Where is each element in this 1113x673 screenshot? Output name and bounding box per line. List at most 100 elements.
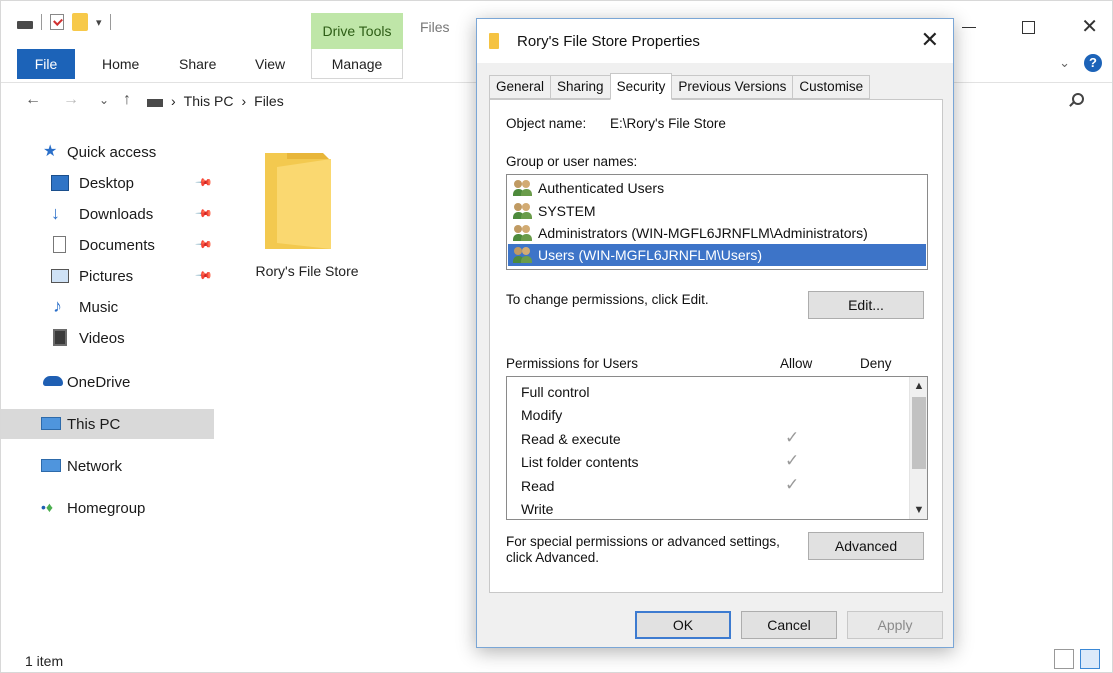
minimize-icon[interactable] xyxy=(962,27,977,28)
search-icon[interactable] xyxy=(1072,93,1084,105)
expand-ribbon-chevron-icon[interactable]: ⌄ xyxy=(1059,55,1070,71)
properties-check-icon[interactable] xyxy=(50,14,64,30)
star-icon: ★ xyxy=(43,143,58,160)
change-permissions-text: To change permissions, click Edit. xyxy=(506,292,709,307)
user-name: SYSTEM xyxy=(538,203,596,219)
nav-item-label: Music xyxy=(79,298,119,316)
nav-item-videos[interactable]: Videos xyxy=(1,323,214,353)
folder-icon[interactable] xyxy=(263,149,335,253)
address-breadcrumb[interactable]: › This PC › Files xyxy=(147,88,477,114)
window-title: Files xyxy=(420,19,450,35)
tab-file[interactable]: File xyxy=(17,49,75,79)
allow-check-icon: ✓ xyxy=(785,475,800,494)
ok-button[interactable]: OK xyxy=(635,611,731,639)
user-name: Administrators (WIN-MGFL6JRNFLM\Administ… xyxy=(538,225,868,241)
breadcrumb-files[interactable]: Files xyxy=(254,93,284,109)
permission-row: Read ✓ xyxy=(521,475,901,498)
forward-arrow-icon[interactable]: → xyxy=(63,91,79,109)
nav-item-this-pc[interactable]: This PC xyxy=(1,409,214,439)
nav-item-label: OneDrive xyxy=(67,373,131,391)
navigation-pane: ★ Quick access Desktop 📌 ↓ Downloads 📌 D… xyxy=(1,131,214,631)
nav-item-label: Videos xyxy=(79,329,125,347)
permission-name: Full control xyxy=(521,384,590,400)
qat-separator xyxy=(41,14,42,30)
apply-button[interactable]: Apply xyxy=(847,611,943,639)
permission-name: Write xyxy=(521,501,554,517)
allow-check-icon: ✓ xyxy=(785,428,800,447)
nav-item-label: Network xyxy=(67,457,123,475)
user-list[interactable]: Authenticated Users SYSTEM Administrator… xyxy=(506,174,928,270)
breadcrumb-separator: › xyxy=(171,93,176,109)
window-controls: ✕ xyxy=(962,15,1098,39)
tab-security[interactable]: Security xyxy=(609,73,673,100)
close-icon[interactable]: ✕ xyxy=(1081,15,1098,39)
status-item-count: 1 item xyxy=(25,653,64,669)
tab-manage[interactable]: Manage xyxy=(311,49,403,79)
permissions-scrollbar[interactable]: ▲ ▼ xyxy=(909,377,927,519)
user-row-authenticated-users[interactable]: Authenticated Users xyxy=(513,177,923,199)
nav-item-onedrive[interactable]: OneDrive xyxy=(1,367,214,397)
new-folder-icon[interactable] xyxy=(72,13,88,31)
details-view-icon[interactable] xyxy=(1054,649,1074,669)
cancel-button[interactable]: Cancel xyxy=(741,611,837,639)
nav-item-quick-access[interactable]: ★ Quick access xyxy=(1,137,214,167)
permission-row: Write xyxy=(521,498,901,519)
recent-locations-chevron-icon[interactable]: ⌄ xyxy=(99,93,109,107)
special-permissions-text-2: click Advanced. xyxy=(506,550,600,565)
tab-general[interactable]: General xyxy=(489,75,552,99)
quick-access-toolbar: ▾ xyxy=(17,13,111,31)
tab-sharing[interactable]: Sharing xyxy=(550,75,611,99)
user-row-administrators[interactable]: Administrators (WIN-MGFL6JRNFLM\Administ… xyxy=(513,222,923,244)
object-name-label: Object name: xyxy=(506,116,587,131)
drive-icon xyxy=(17,21,33,29)
advanced-button[interactable]: Advanced xyxy=(808,532,924,560)
user-row-users[interactable]: Users (WIN-MGFL6JRNFLM\Users) xyxy=(508,244,926,266)
permission-row: List folder contents ✓ xyxy=(521,451,901,474)
tab-previous-versions[interactable]: Previous Versions xyxy=(671,75,794,99)
maximize-icon[interactable] xyxy=(1022,21,1036,34)
tab-share[interactable]: Share xyxy=(179,49,216,79)
dialog-close-icon[interactable]: ✕ xyxy=(921,27,939,53)
nav-item-label: Desktop xyxy=(79,174,135,192)
tab-view[interactable]: View xyxy=(255,49,285,79)
edit-button[interactable]: Edit... xyxy=(808,291,924,319)
tab-home[interactable]: Home xyxy=(102,49,139,79)
music-note-icon: ♪ xyxy=(53,296,62,316)
nav-item-label: Downloads xyxy=(79,205,154,223)
object-name-value: E:\Rory's File Store xyxy=(610,116,726,131)
tab-customise[interactable]: Customise xyxy=(792,75,871,99)
scroll-up-chevron-icon[interactable]: ▲ xyxy=(910,377,927,395)
computer-icon xyxy=(41,417,61,430)
nav-item-label: Pictures xyxy=(79,267,134,285)
customize-qat-icon[interactable]: ▾ xyxy=(96,16,102,29)
breadcrumb-this-pc[interactable]: This PC xyxy=(184,93,234,109)
group-user-names-label: Group or user names: xyxy=(506,154,638,169)
scroll-down-chevron-icon[interactable]: ▼ xyxy=(910,501,927,519)
qat-separator xyxy=(109,14,111,30)
back-arrow-icon[interactable]: ← xyxy=(25,91,41,109)
nav-item-downloads[interactable]: ↓ Downloads 📌 xyxy=(1,199,214,229)
nav-item-homegroup[interactable]: •♦ Homegroup xyxy=(1,493,214,523)
user-row-system[interactable]: SYSTEM xyxy=(513,200,923,222)
large-icons-view-icon[interactable] xyxy=(1080,649,1100,669)
users-group-icon xyxy=(513,225,535,241)
folder-name-label[interactable]: Rory's File Store xyxy=(247,263,367,279)
scroll-thumb[interactable] xyxy=(912,397,926,469)
pin-icon[interactable]: 📌 xyxy=(194,204,213,223)
nav-item-music[interactable]: ♪ Music xyxy=(1,292,214,322)
up-arrow-icon[interactable]: ↑ xyxy=(123,91,131,109)
pin-icon[interactable]: 📌 xyxy=(194,173,213,192)
permissions-list[interactable]: Full control Modify Read & execute ✓ Lis… xyxy=(506,376,928,520)
breadcrumb-separator: › xyxy=(241,93,247,109)
nav-item-network[interactable]: Network xyxy=(1,451,214,481)
pin-icon[interactable]: 📌 xyxy=(194,235,213,254)
pin-icon[interactable]: 📌 xyxy=(194,266,213,285)
this-pc-drive-icon xyxy=(147,99,163,107)
nav-item-desktop[interactable]: Desktop 📌 xyxy=(1,168,214,198)
homegroup-icon: •♦ xyxy=(41,499,54,515)
help-icon[interactable]: ? xyxy=(1084,54,1102,72)
nav-item-documents[interactable]: Documents 📌 xyxy=(1,230,214,260)
permission-row: Modify xyxy=(521,404,901,427)
permission-row: Read & execute ✓ xyxy=(521,428,901,451)
nav-item-pictures[interactable]: Pictures 📌 xyxy=(1,261,214,291)
